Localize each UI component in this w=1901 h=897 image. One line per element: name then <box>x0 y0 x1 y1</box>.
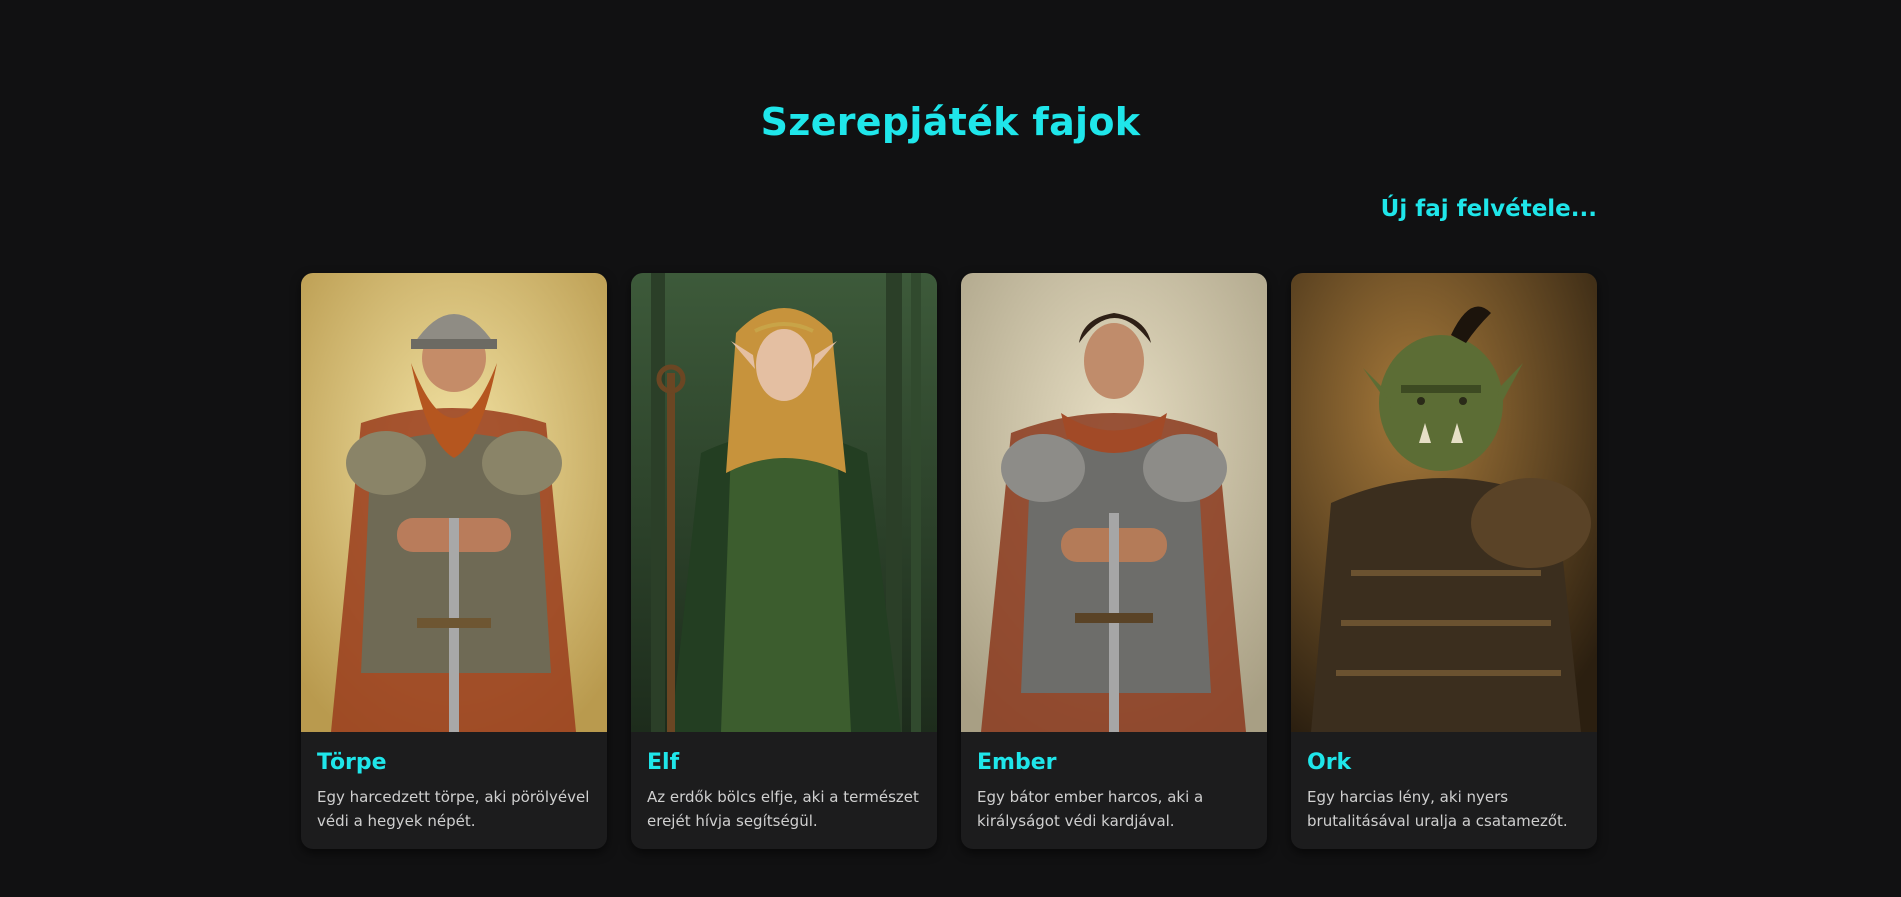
race-name: Elf <box>647 750 680 775</box>
race-card-torpe[interactable]: Törpe Egy harcedzett törpe, aki pörölyév… <box>301 273 607 849</box>
race-description: Az erdők bölcs elfje, aki a természet er… <box>647 788 919 830</box>
elf-portrait-image <box>631 273 937 732</box>
race-card-elf[interactable]: Elf Az erdők bölcs elfje, aki a természe… <box>631 273 937 849</box>
page: Szerepjáték fajok Új faj felvétele... Tö… <box>0 0 1901 897</box>
race-card-ember[interactable]: Ember Egy bátor ember harcos, aki a kirá… <box>961 273 1267 849</box>
race-card-ork[interactable]: Ork Egy harcias lény, aki nyers brutalit… <box>1291 273 1597 849</box>
race-description: Egy bátor ember harcos, aki a királyságo… <box>977 788 1204 830</box>
dwarf-portrait-image <box>301 273 607 732</box>
race-card-list: Törpe Egy harcedzett törpe, aki pörölyév… <box>301 273 1597 849</box>
human-portrait-image <box>961 273 1267 732</box>
race-description: Egy harcedzett törpe, aki pörölyével véd… <box>317 788 590 830</box>
race-name: Törpe <box>317 750 387 775</box>
orc-portrait-image <box>1291 273 1597 732</box>
race-name: Ork <box>1307 750 1352 775</box>
page-title: Szerepjáték fajok <box>760 100 1141 144</box>
add-race-link[interactable]: Új faj felvétele... <box>1381 196 1597 222</box>
race-name: Ember <box>977 750 1057 775</box>
race-description: Egy harcias lény, aki nyers brutalitásáv… <box>1307 788 1568 830</box>
